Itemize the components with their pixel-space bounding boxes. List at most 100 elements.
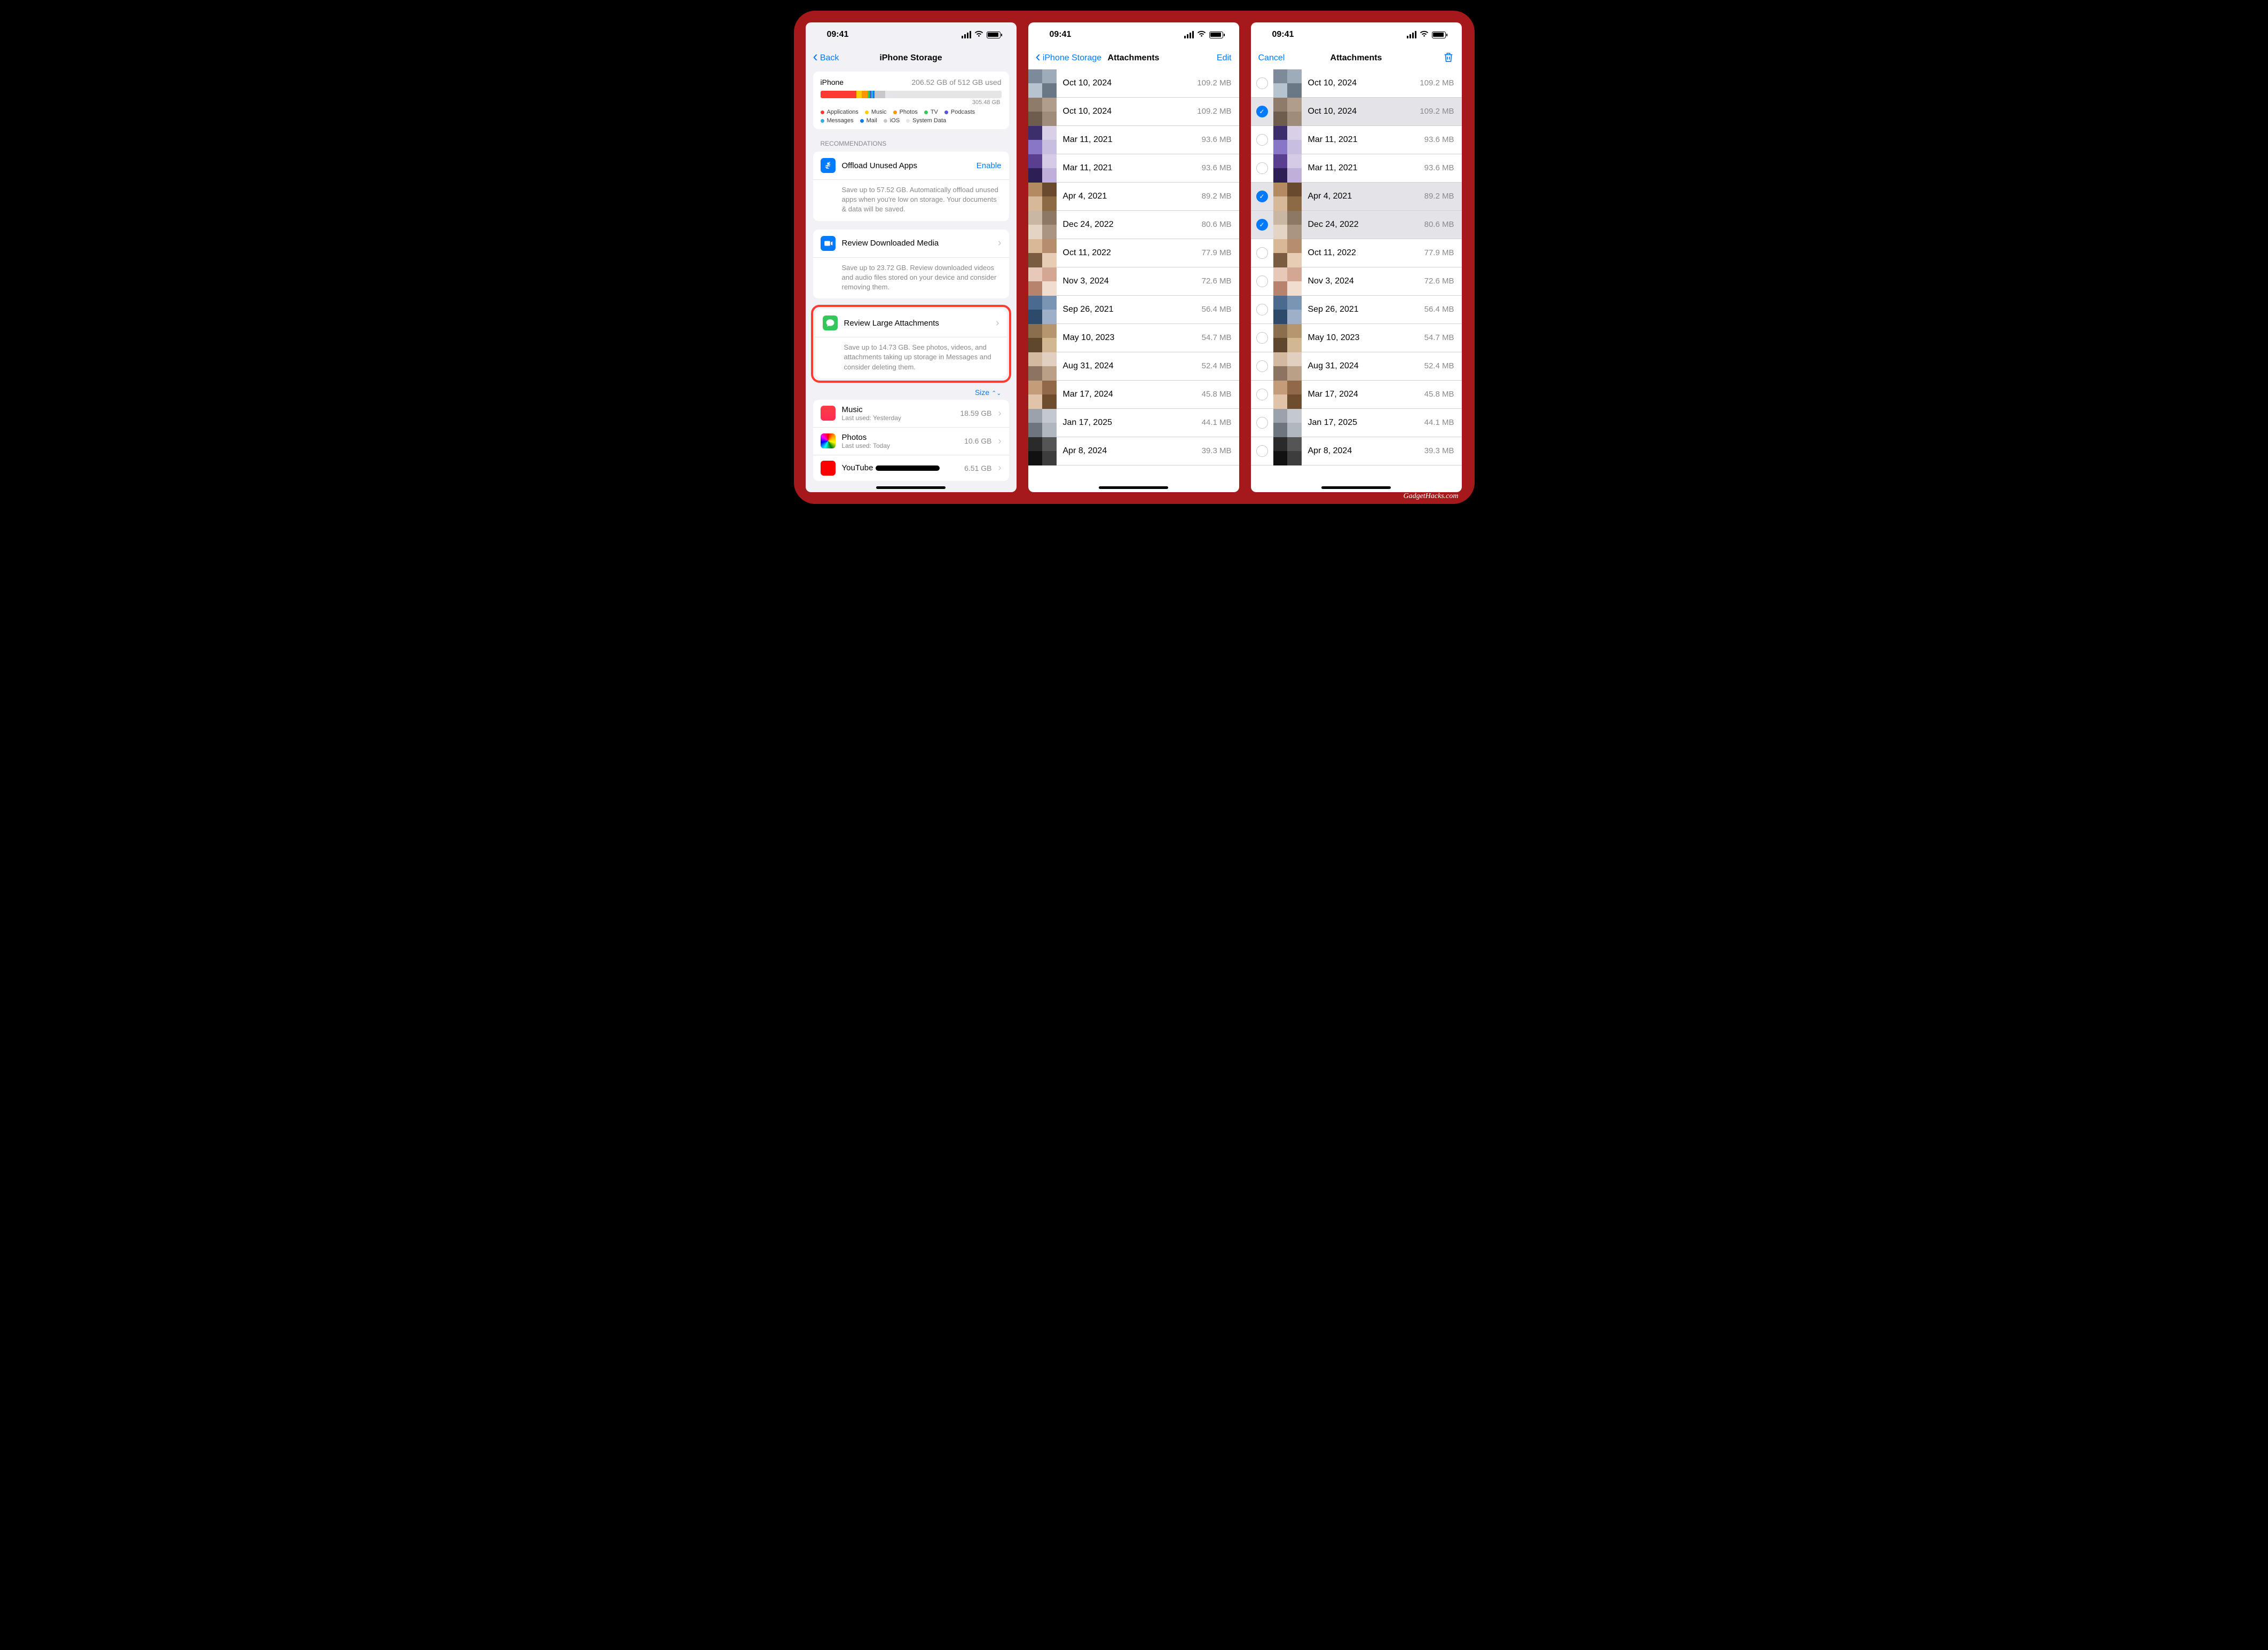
storage-bar (821, 91, 1002, 98)
chevron-right-icon: › (996, 317, 999, 329)
attachment-size: 44.1 MB (1202, 418, 1232, 428)
attachment-row[interactable]: Mar 17, 202445.8 MB (1251, 381, 1462, 409)
cancel-button[interactable]: Cancel (1258, 53, 1285, 63)
attachment-thumbnail (1028, 381, 1057, 409)
attachment-row[interactable]: May 10, 202354.7 MB (1251, 324, 1462, 352)
selection-checkbox[interactable]: ✓ (1256, 106, 1268, 117)
app-row[interactable]: Music Last used: Yesterday18.59 GB› (813, 400, 1009, 428)
status-bar: 09:41 (1251, 22, 1462, 47)
screen-attachments-edit: 09:41 Cancel Attachments Oct 10, 2024109… (1251, 22, 1462, 492)
legend-item: Messages (821, 117, 854, 124)
attachment-size: 77.9 MB (1202, 248, 1232, 258)
review-attachments-card[interactable]: Review Large Attachments › Save up to 14… (815, 309, 1007, 378)
attachment-row[interactable]: Apr 8, 202439.3 MB (1251, 437, 1462, 465)
attachment-row[interactable]: May 10, 202354.7 MB (1028, 324, 1239, 352)
edit-button[interactable]: Edit (1217, 53, 1232, 63)
attachment-size: 54.7 MB (1202, 333, 1232, 343)
storage-segment (875, 91, 885, 98)
attachment-size: 45.8 MB (1202, 390, 1232, 399)
selection-checkbox[interactable]: ✓ (1256, 219, 1268, 231)
selection-checkbox[interactable] (1256, 134, 1268, 146)
selection-checkbox[interactable] (1256, 247, 1268, 259)
attachment-row[interactable]: ✓ Apr 4, 2021 89.2 MB (1251, 183, 1462, 211)
attachment-row[interactable]: Apr 4, 202189.2 MB (1028, 183, 1239, 211)
selection-checkbox[interactable] (1256, 332, 1268, 344)
attachment-size: 52.4 MB (1202, 361, 1232, 371)
attachment-row[interactable]: Oct 11, 202277.9 MB (1251, 239, 1462, 267)
attachment-row[interactable]: Nov 3, 202472.6 MB (1251, 267, 1462, 296)
attachment-size: 39.3 MB (1424, 446, 1454, 456)
attachment-row[interactable]: Jan 17, 202544.1 MB (1028, 409, 1239, 437)
attachment-row[interactable]: Oct 10, 2024109.2 MB (1028, 69, 1239, 98)
attachment-thumbnail (1273, 126, 1302, 154)
attachment-row[interactable]: Sep 26, 202156.4 MB (1028, 296, 1239, 324)
selection-checkbox[interactable] (1256, 162, 1268, 174)
attachment-row[interactable]: Dec 24, 202280.6 MB (1028, 211, 1239, 239)
review-media-card[interactable]: Review Downloaded Media › Save up to 23.… (813, 230, 1009, 299)
attachment-date: Apr 4, 2021 (1308, 192, 1352, 201)
attachment-date: Oct 10, 2024 (1308, 78, 1357, 88)
attachment-row[interactable]: Mar 17, 2024 45.8 MB (1028, 381, 1239, 409)
attachment-thumbnail (1028, 352, 1057, 381)
attachment-date: Oct 10, 2024 (1063, 107, 1112, 116)
attachment-thumbnail (1273, 211, 1302, 239)
delete-button[interactable] (1443, 51, 1454, 66)
storage-segment (862, 91, 867, 98)
attachment-row[interactable]: Sep 26, 202156.4 MB (1251, 296, 1462, 324)
attachment-row[interactable]: Oct 10, 2024109.2 MB (1028, 98, 1239, 126)
selection-checkbox[interactable] (1256, 445, 1268, 457)
attachment-row[interactable]: Nov 3, 202472.6 MB (1028, 267, 1239, 296)
chevron-right-icon: › (998, 436, 1002, 447)
selection-checkbox[interactable] (1256, 304, 1268, 315)
review-media-title: Review Downloaded Media (842, 239, 991, 248)
back-button[interactable]: Back (813, 53, 839, 64)
offload-apps-card[interactable]: Offload Unused Apps Enable Save up to 57… (813, 152, 1009, 221)
attachment-row[interactable]: Mar 11, 202193.6 MB (1028, 154, 1239, 183)
storage-legend: ApplicationsMusicPhotosTVPodcastsMessage… (821, 109, 1002, 124)
sort-button[interactable]: Size ⌃⌄ (806, 383, 1017, 400)
attachment-row[interactable]: Mar 11, 202193.6 MB (1251, 154, 1462, 183)
attachment-thumbnail (1028, 409, 1057, 437)
legend-item: Music (865, 109, 887, 115)
app-size: 10.6 GB (964, 437, 991, 445)
selection-checkbox[interactable] (1256, 417, 1268, 429)
attachment-thumbnail (1273, 154, 1302, 183)
attachment-row[interactable]: Oct 10, 2024109.2 MB (1251, 69, 1462, 98)
enable-button[interactable]: Enable (976, 161, 1002, 170)
selection-checkbox[interactable] (1256, 275, 1268, 287)
attachments-list[interactable]: Oct 10, 2024109.2 MB✓Oct 10, 2024109.2 M… (1251, 69, 1462, 492)
appstore-icon (821, 158, 836, 173)
attachment-date: Mar 17, 2024 (1063, 390, 1113, 399)
app-row[interactable]: YouTube 6.51 GB› (813, 455, 1009, 481)
attachment-row[interactable]: ✓Oct 10, 2024109.2 MB (1251, 98, 1462, 126)
legend-item: TV (924, 109, 938, 115)
attachment-thumbnail (1028, 154, 1057, 183)
selection-checkbox[interactable] (1256, 360, 1268, 372)
attachment-size: 89.2 MB (1202, 192, 1232, 201)
app-row[interactable]: Photos Last used: Today10.6 GB› (813, 428, 1009, 455)
attachment-row[interactable]: Mar 11, 202193.6 MB (1251, 126, 1462, 154)
wifi-icon (1420, 30, 1429, 40)
selection-checkbox[interactable] (1256, 77, 1268, 89)
selection-checkbox[interactable]: ✓ (1256, 191, 1268, 202)
attachment-date: Oct 11, 2022 (1063, 248, 1111, 258)
screen-iphone-storage: 09:41 Back iPhone Storage iPhone 206.52 … (806, 22, 1017, 492)
attachment-row[interactable]: Apr 8, 202439.3 MB (1028, 437, 1239, 465)
attachment-thumbnail (1273, 296, 1302, 324)
attachments-list[interactable]: Oct 10, 2024109.2 MBOct 10, 2024109.2 MB… (1028, 69, 1239, 492)
attachment-row[interactable]: Aug 31, 202452.4 MB (1028, 352, 1239, 381)
attachment-row[interactable]: Aug 31, 202452.4 MB (1251, 352, 1462, 381)
home-indicator (876, 486, 946, 489)
status-time: 09:41 (1272, 30, 1294, 40)
attachment-row[interactable]: Jan 17, 202544.1 MB (1251, 409, 1462, 437)
back-button[interactable]: iPhone Storage (1036, 53, 1102, 64)
attachment-date: Aug 31, 2024 (1308, 361, 1359, 371)
attachment-row[interactable]: ✓Dec 24, 202280.6 MB (1251, 211, 1462, 239)
attachment-row[interactable]: Oct 11, 2022 77.9 MB (1028, 239, 1239, 267)
attachment-size: 89.2 MB (1424, 192, 1454, 201)
attachment-row[interactable]: Mar 11, 202193.6 MB (1028, 126, 1239, 154)
attachment-size: 45.8 MB (1424, 390, 1454, 399)
attachment-size: 77.9 MB (1424, 248, 1454, 258)
watermark: GadgetHacks.com (1403, 492, 1458, 501)
selection-checkbox[interactable] (1256, 389, 1268, 400)
